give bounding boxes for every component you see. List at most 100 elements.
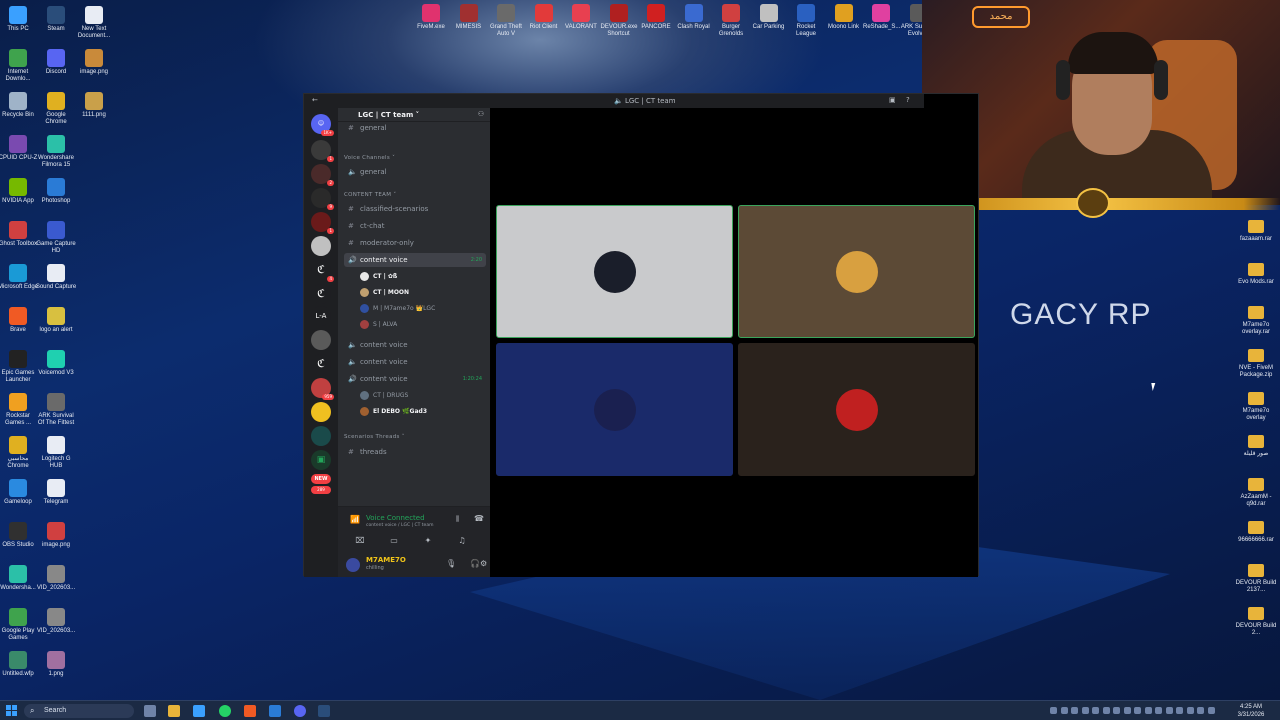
screen-share-icon[interactable]: ▭ <box>380 534 408 548</box>
participant-tile[interactable] <box>496 205 733 338</box>
taskbar-search[interactable]: ⌕ Search <box>24 704 134 718</box>
tray-icon[interactable] <box>1207 707 1215 714</box>
desktop-icon[interactable]: Internet Downlo... <box>0 49 39 83</box>
windows-start-icon[interactable] <box>6 705 17 716</box>
desktop-icon[interactable]: Discord <box>35 49 77 76</box>
voice-member[interactable]: CT | DRUGS <box>360 389 484 403</box>
tray-icon[interactable] <box>1176 707 1183 714</box>
desktop-icon[interactable]: Untitled.wfp <box>0 651 39 678</box>
desktop-icon[interactable]: VALORANT <box>563 4 599 31</box>
desktop-icon[interactable]: M7ame7o overlay <box>1233 392 1279 422</box>
voice-content-2[interactable]: 🔈 content voice <box>344 338 486 352</box>
category-voice[interactable]: Voice Channels ˅ <box>344 155 395 161</box>
server-icon[interactable] <box>311 236 331 256</box>
discord-icon[interactable] <box>294 705 306 717</box>
server-icon[interactable]: 9 <box>311 188 334 210</box>
channel-ct-chat[interactable]: # ct-chat <box>344 219 486 233</box>
desktop-icon[interactable]: Evo Mods.rar <box>1233 263 1279 286</box>
tray-icon[interactable] <box>1071 707 1078 714</box>
desktop-icon[interactable]: Clash Royal <box>676 4 712 31</box>
desktop-icon[interactable]: 96666666.rar <box>1233 521 1279 544</box>
desktop-icon[interactable]: Rocket League <box>788 4 824 38</box>
voice-content-selected[interactable]: 🔊 content voice 2:20 <box>344 253 486 267</box>
desktop-icon[interactable]: AzZaamM - q9d.rar <box>1233 478 1279 508</box>
desktop-icon[interactable]: DEVOUR Build 2137... <box>1233 564 1279 594</box>
voice-member[interactable]: El DEBO 🌿Gad3 <box>360 405 484 419</box>
server-icon[interactable]: 959 <box>311 378 334 400</box>
desktop-icon[interactable]: Burger Grenolds <box>713 4 749 38</box>
server-icon[interactable]: ▣ <box>311 450 331 470</box>
category-content-team[interactable]: CONTENT TEAM ˅ <box>344 192 396 198</box>
voice-member[interactable]: CT | MOON <box>360 286 484 300</box>
server-icon[interactable]: 1 <box>311 212 334 234</box>
server-icon[interactable]: ℭ <box>311 354 331 374</box>
discord-window[interactable]: ← 🔈 LGC | CT team ▣ ? ☺ 1K+ 1 2 9 1 ℭ4 ℭ … <box>303 93 979 577</box>
brave-icon[interactable] <box>244 705 256 717</box>
desktop-icon[interactable]: Sound Capture <box>35 264 77 291</box>
desktop-icon[interactable]: Photoshop <box>35 178 77 205</box>
desktop-icon[interactable]: NVE - FiveM Package.zip <box>1233 349 1279 379</box>
microphone-icon[interactable]: 🎙 <box>446 559 456 568</box>
settings-gear-icon[interactable]: ⚙ <box>480 559 487 568</box>
desktop-icon[interactable]: image.png <box>73 49 115 76</box>
inbox-icon[interactable]: ▣ <box>889 96 896 104</box>
desktop-icon[interactable]: VID_202603... <box>35 565 77 592</box>
desktop-icon[interactable]: FiveM.exe <box>413 4 449 31</box>
channel-threads[interactable]: # threads <box>344 445 486 459</box>
desktop-icon[interactable]: VID_202603... <box>35 608 77 635</box>
desktop-icon[interactable]: Epic Games Launcher <box>0 350 39 384</box>
desktop-icon[interactable]: Riot Client <box>526 4 562 31</box>
desktop-icon[interactable]: M7ame7o overlay.rar <box>1233 306 1279 336</box>
tray-icon[interactable] <box>1165 707 1173 714</box>
server-icon[interactable] <box>311 330 331 350</box>
avatar[interactable] <box>346 558 360 572</box>
channel-moderator-only[interactable]: # moderator-only <box>344 236 486 250</box>
whatsapp-icon[interactable] <box>219 705 231 717</box>
tray-icon[interactable] <box>1123 707 1131 714</box>
headphones-icon[interactable]: 🎧 <box>470 559 480 568</box>
category-threads[interactable]: Scenarios Threads ˅ <box>344 434 405 440</box>
desktop-icon[interactable]: Voicemod V3 <box>35 350 77 377</box>
camera-off-icon[interactable]: ⌧ <box>346 534 374 548</box>
task-view-icon[interactable] <box>144 705 156 717</box>
desktop-icon[interactable]: This PC <box>0 6 39 33</box>
desktop-icon[interactable]: Wondershare Filmora 15 <box>35 135 77 169</box>
desktop-icon[interactable]: fazaaam.rar <box>1233 220 1279 243</box>
desktop-icon[interactable]: Car Parking <box>751 4 787 31</box>
voice-general[interactable]: 🔈 general <box>344 165 486 179</box>
desktop-icon[interactable]: logo an alert <box>35 307 77 334</box>
desktop-icon[interactable]: Steam <box>35 6 77 33</box>
tray-icon[interactable] <box>1144 707 1152 714</box>
desktop-icon[interactable]: Recycle Bin <box>0 92 39 119</box>
desktop-icon[interactable]: Brave <box>0 307 39 334</box>
desktop-icon[interactable]: Gameloop <box>0 479 39 506</box>
desktop-icon[interactable]: image.png <box>35 522 77 549</box>
activities-icon[interactable]: ✦ <box>414 534 442 548</box>
desktop-icon[interactable]: New Text Document... <box>73 6 115 40</box>
soundboard-icon[interactable]: ♫ <box>448 534 476 548</box>
tray-icon[interactable] <box>1081 707 1089 714</box>
desktop-icon[interactable]: PANCORE <box>638 4 674 31</box>
clock[interactable]: 4:25 AM 3/31/2026 <box>1228 703 1274 719</box>
desktop-icon[interactable]: 1.png <box>35 651 77 678</box>
noise-suppression-icon[interactable]: ⫼ <box>456 515 459 524</box>
tray-icon[interactable] <box>1102 707 1110 714</box>
tray-icon[interactable] <box>1060 707 1068 714</box>
server-icon[interactable] <box>311 426 331 446</box>
desktop-icon[interactable]: Logitech G HUB <box>35 436 77 470</box>
channel-general-text[interactable]: # general <box>344 123 486 133</box>
store-icon[interactable] <box>193 705 205 717</box>
voice-content-3[interactable]: 🔈 content voice <box>344 355 486 369</box>
participant-tile[interactable] <box>738 343 975 476</box>
title-bar[interactable]: ← 🔈 LGC | CT team ▣ ? <box>304 94 924 108</box>
desktop-icon[interactable]: OBS Studio <box>0 522 39 549</box>
desktop-icon[interactable]: Ghost Toolbox <box>0 221 39 248</box>
tray-icon[interactable] <box>1050 707 1057 714</box>
guild-header[interactable]: LGC | CT team ˅ ⚇ <box>338 108 490 122</box>
voice-content-4[interactable]: 🔊 content voice 1:20:24 <box>344 372 486 386</box>
desktop-icon[interactable]: DEVOUR.exe Shortcut <box>601 4 638 38</box>
desktop-icon[interactable]: ARK Survival Of The Fittest <box>35 393 77 427</box>
desktop-icon[interactable]: Wondersha... <box>0 565 39 592</box>
channel-classified-scenarios[interactable]: # classified-scenarios <box>344 202 486 216</box>
tray-icon[interactable] <box>1092 707 1099 714</box>
